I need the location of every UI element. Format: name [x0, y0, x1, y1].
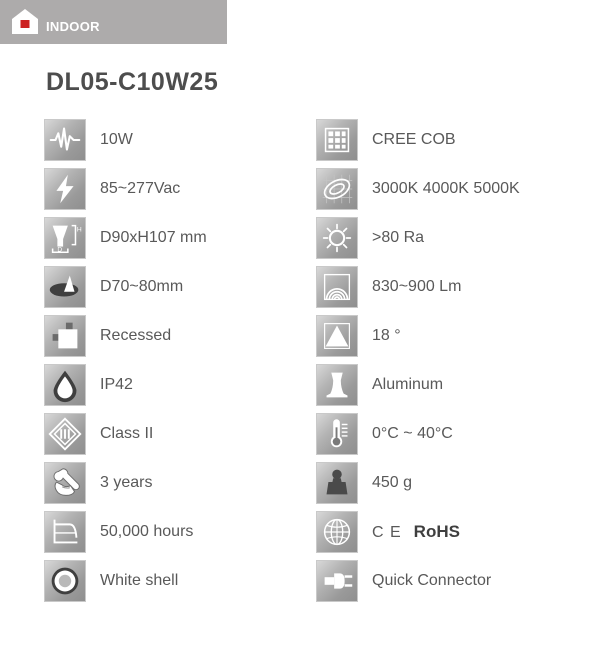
spec-row-beam-angle: 18 °	[316, 311, 588, 360]
spec-value: White shell	[100, 571, 179, 589]
spec-row-luminous-flux: 830~900 Lm	[316, 262, 588, 311]
certification-marks: C E RoHS	[372, 523, 460, 541]
beam-angle-icon	[316, 314, 358, 357]
spec-value: Aluminum	[372, 375, 444, 393]
indoor-label: INDOOR	[46, 18, 100, 34]
spec-row-color-temperature: 3000K 4000K 5000K	[316, 164, 588, 213]
spec-value: 18 °	[372, 326, 401, 344]
color-temperature-icon	[316, 167, 358, 210]
spec-value: 830~900 Lm	[372, 277, 462, 295]
led-chip-grid-icon	[316, 118, 358, 161]
warranty-wrench-icon	[44, 461, 86, 504]
class-two-icon	[44, 412, 86, 455]
shell-color-icon	[44, 559, 86, 602]
spec-value: Quick Connector	[372, 571, 492, 589]
spec-row-warranty: 3 years	[44, 458, 316, 507]
spec-row-mounting: Recessed	[44, 311, 316, 360]
spec-value: Class II	[100, 424, 154, 442]
spec-value: 85~277Vac	[100, 179, 181, 197]
spec-row-led-chip: CREE COB	[316, 115, 588, 164]
spec-row-protection-class: Class II	[44, 409, 316, 458]
spec-value: IP42	[100, 375, 133, 393]
spec-value: 50,000 hours	[100, 522, 194, 540]
spec-value: 450 g	[372, 473, 413, 491]
spec-row-power: 10W	[44, 115, 316, 164]
lifetime-graph-icon	[44, 510, 86, 553]
spec-row-ip-rating: IP42	[44, 360, 316, 409]
rohs-mark-label: RoHS	[413, 521, 460, 541]
svg-text:H: H	[77, 226, 82, 233]
quick-connector-icon	[316, 559, 358, 602]
recessed-mount-icon	[44, 314, 86, 357]
spec-row-temperature-range: 0°C ~ 40°C	[316, 409, 588, 458]
spec-row-material: Aluminum	[316, 360, 588, 409]
indoor-header-banner: INDOOR	[0, 0, 227, 44]
spec-row-cutout: D70~80mm	[44, 262, 316, 311]
cutout-hole-icon	[44, 265, 86, 308]
spec-value: D90xH107 mm	[100, 228, 207, 246]
spec-value: >80 Ra	[372, 228, 425, 246]
cri-sun-icon	[316, 216, 358, 259]
luminous-flux-icon	[316, 265, 358, 308]
spec-value: Recessed	[100, 326, 172, 344]
power-waveform-icon	[44, 118, 86, 161]
spec-value: 0°C ~ 40°C	[372, 424, 453, 442]
spec-row-lifetime: 50,000 hours	[44, 507, 316, 556]
spec-row-cri: >80 Ra	[316, 213, 588, 262]
spec-row-certification: C E RoHS	[316, 507, 588, 556]
product-title: DL05-C10W25	[46, 68, 219, 96]
spec-value: D70~80mm	[100, 277, 184, 295]
voltage-bolt-icon	[44, 167, 86, 210]
specification-grid: 10W 85~277Vac H D D90xH107 mm D70~80mm R…	[0, 115, 600, 605]
spec-row-dimensions: H D D90xH107 mm	[44, 213, 316, 262]
spec-value: 10W	[100, 130, 133, 148]
spec-value: CREE COB	[372, 130, 456, 148]
spec-column-left: 10W 85~277Vac H D D90xH107 mm D70~80mm R…	[44, 115, 316, 605]
globe-certification-icon	[316, 510, 358, 553]
weight-icon	[316, 461, 358, 504]
waterdrop-ip-icon	[44, 363, 86, 406]
dimensions-icon: H D	[44, 216, 86, 259]
spec-row-voltage: 85~277Vac	[44, 164, 316, 213]
spec-row-shell-color: White shell	[44, 556, 316, 605]
svg-text:D: D	[57, 246, 62, 253]
spec-value: 3000K 4000K 5000K	[372, 179, 520, 197]
spec-value: 3 years	[100, 473, 153, 491]
house-icon	[12, 9, 38, 34]
spec-column-right: CREE COB 3000K 4000K 5000K >80 Ra 830~90…	[316, 115, 588, 605]
spec-row-connector: Quick Connector	[316, 556, 588, 605]
ce-mark-label: C E	[372, 523, 402, 541]
thermometer-icon	[316, 412, 358, 455]
spec-row-weight: 450 g	[316, 458, 588, 507]
material-body-icon	[316, 363, 358, 406]
